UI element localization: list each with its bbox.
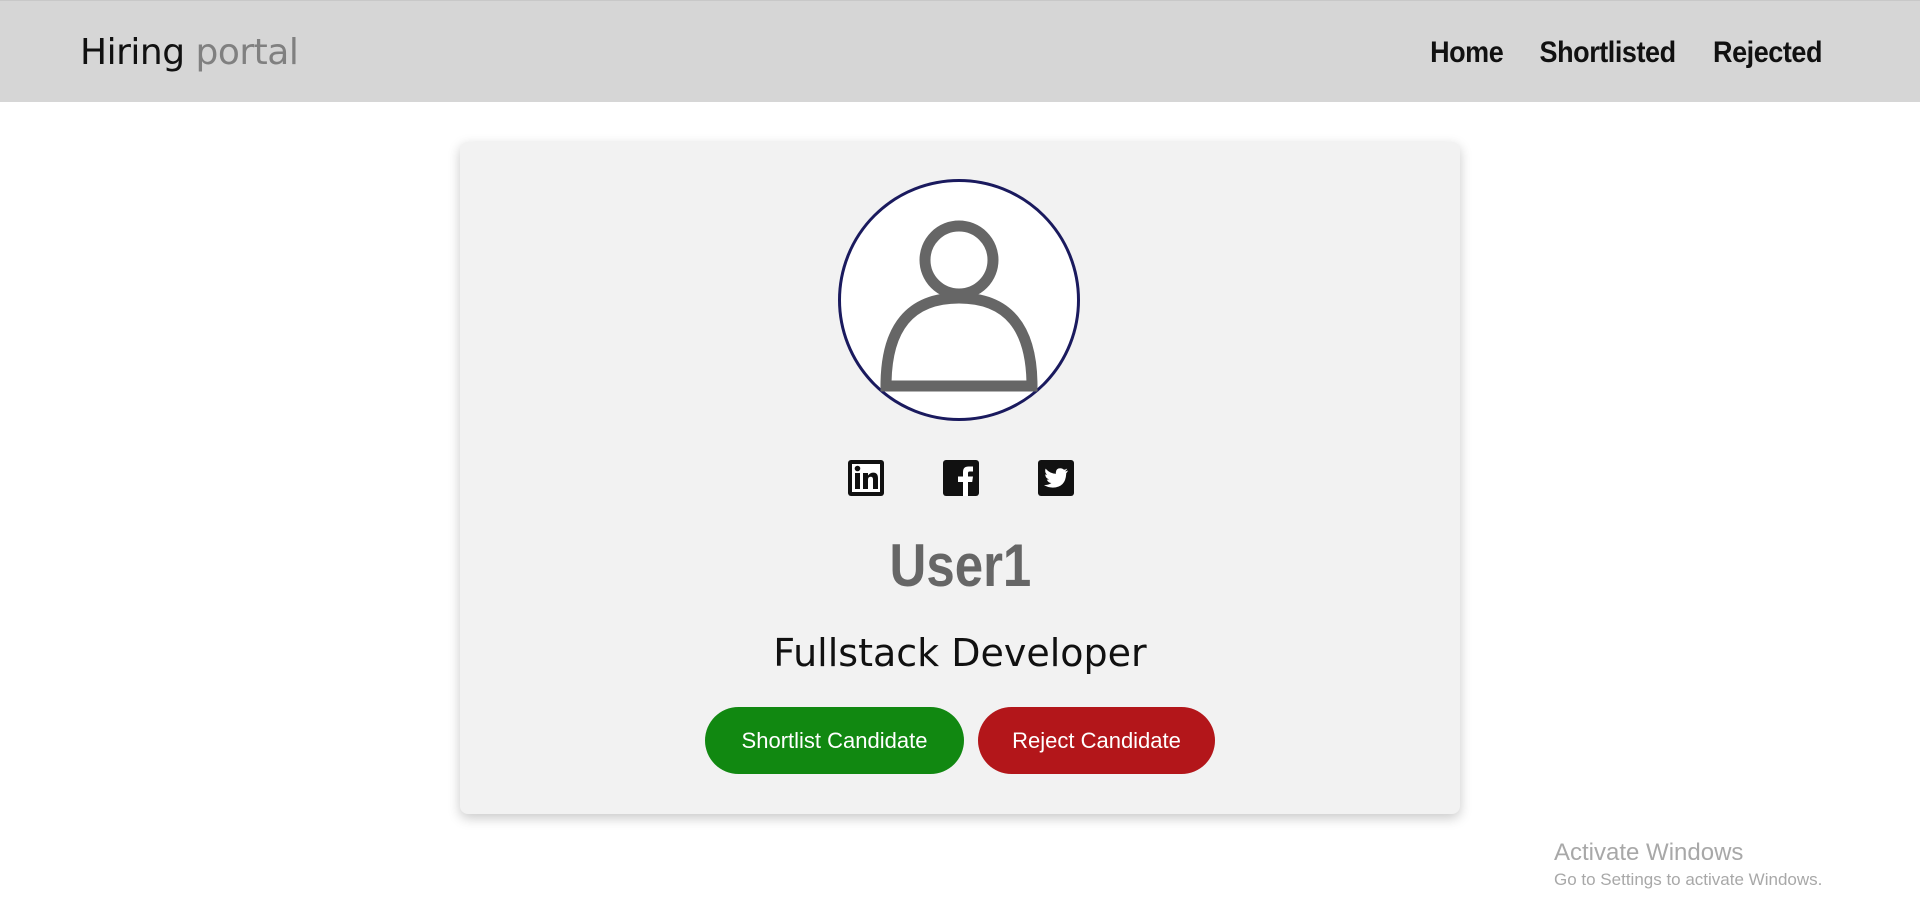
- navbar: Hiring portal Home Shortlisted Rejected: [0, 0, 1920, 102]
- user-icon: [880, 220, 1038, 392]
- nav-link-home[interactable]: Home: [1430, 33, 1504, 73]
- avatar: [838, 179, 1080, 421]
- twitter-icon[interactable]: [1037, 459, 1075, 497]
- brand-sub-text: portal: [195, 32, 299, 73]
- reject-candidate-button[interactable]: Reject Candidate: [978, 707, 1215, 774]
- windows-activation-watermark: Activate Windows Go to Settings to activ…: [1554, 838, 1822, 892]
- nav-links: Home Shortlisted Rejected: [1426, 33, 1828, 73]
- candidate-name: User1: [460, 530, 1460, 602]
- brand-logo[interactable]: Hiring portal: [80, 31, 299, 75]
- shortlist-candidate-button[interactable]: Shortlist Candidate: [705, 707, 964, 774]
- nav-link-rejected[interactable]: Rejected: [1713, 33, 1822, 73]
- brand-main-text: Hiring: [80, 32, 185, 73]
- candidate-name-text: User1: [889, 532, 1031, 599]
- candidate-card: User1 Fullstack Developer Shortlist Cand…: [460, 142, 1460, 814]
- candidate-role: Fullstack Developer: [773, 631, 1147, 675]
- nav-link-shortlisted[interactable]: Shortlisted: [1539, 33, 1676, 73]
- watermark-title: Activate Windows: [1554, 839, 1744, 866]
- facebook-icon[interactable]: [942, 459, 980, 497]
- watermark-subtitle: Go to Settings to activate Windows.: [1554, 870, 1823, 889]
- linkedin-icon[interactable]: [847, 459, 885, 497]
